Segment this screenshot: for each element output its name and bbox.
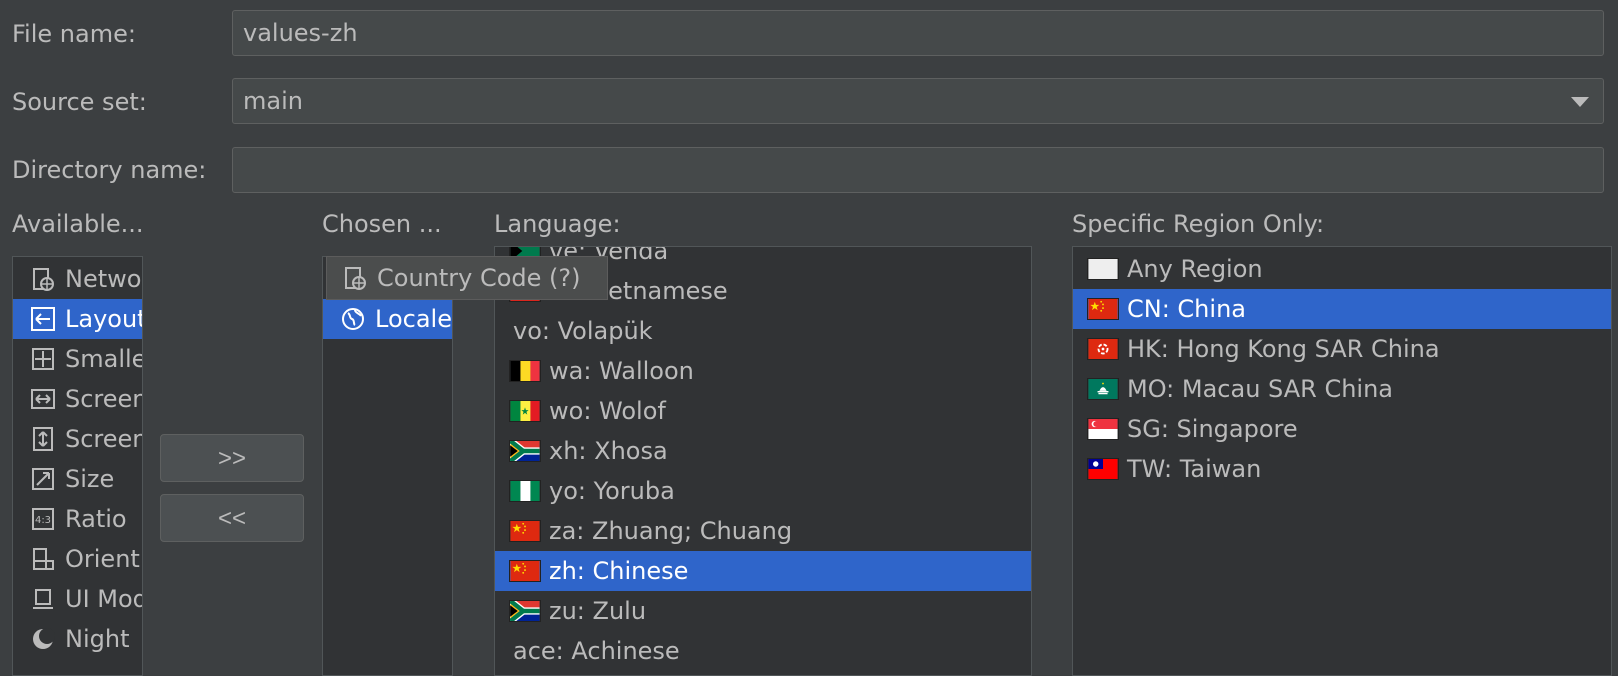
macau-flag-icon [1087,378,1119,400]
tooltip-text: Country Code (?) [377,264,581,292]
source-set-dropdown[interactable]: main [232,78,1604,124]
night-mode-icon [33,628,55,649]
ratio-icon: 4:3 [32,508,54,530]
china-flag-icon [509,520,541,542]
screen-height-icon [33,427,53,451]
smallest-screen-width-icon [32,348,54,370]
directory-name-input[interactable] [232,147,1604,193]
list-item[interactable]: Night [13,619,142,659]
list-item[interactable]: Size [13,459,142,499]
orientation-icon [33,548,54,570]
list-item[interactable]: wa: Walloon [495,351,1031,391]
list-item[interactable]: ace: Achinese [495,631,1031,671]
list-item[interactable]: Smalle [13,339,142,379]
senegal-flag-icon [509,400,541,422]
available-qualifiers-list[interactable]: Netwo Layout Smalle Screen Screen Size 4… [12,256,143,676]
south-africa-flag-icon [509,600,541,622]
ui-mode-icon [33,589,53,609]
list-item[interactable]: Orient [13,539,142,579]
file-name-label: File name: [12,20,136,48]
chosen-qualifiers-list[interactable]: Locale [322,256,453,676]
region-header: Specific Region Only: [1072,210,1325,238]
list-item[interactable]: Any Region [1073,249,1611,289]
list-item[interactable]: zu: Zulu [495,591,1031,631]
region-list[interactable]: Any Region CN: China HK: Hong Kong SAR C… [1072,246,1612,676]
list-item[interactable]: zh: Chinese [495,551,1031,591]
list-item[interactable]: xh: Xhosa [495,431,1031,471]
layout-direction-icon [31,307,55,331]
size-icon [32,468,54,490]
list-item[interactable]: za: Zhuang; Chuang [495,511,1031,551]
source-set-value: main [243,87,303,115]
list-item[interactable]: Netwo [13,259,142,299]
list-item[interactable]: CN: China [1073,289,1611,329]
svg-text:4:3: 4:3 [35,515,51,526]
add-qualifier-button[interactable]: >> [160,434,304,482]
screen-width-icon [31,389,55,409]
list-item[interactable]: Screen [13,419,142,459]
chevron-down-icon[interactable] [1571,97,1589,107]
file-name-value: values-zh [243,19,358,47]
available-header: Available... [12,210,144,238]
list-item[interactable]: TW: Taiwan [1073,449,1611,489]
south-africa-flag-icon [509,440,541,462]
singapore-flag-icon [1087,418,1119,440]
list-item[interactable]: yo: Yoruba [495,471,1031,511]
nigeria-flag-icon [509,480,541,502]
language-list[interactable]: ve: Venda vi: Vietnamese vo: Volapük wa:… [494,246,1032,676]
tooltip: Country Code (?) [326,256,608,300]
list-item[interactable]: Screen [13,379,142,419]
china-flag-icon [509,560,541,582]
file-name-input[interactable]: values-zh [232,10,1604,56]
list-item[interactable]: MO: Macau SAR China [1073,369,1611,409]
source-set-label: Source set: [12,88,147,116]
language-header: Language: [494,210,621,238]
list-item[interactable]: SG: Singapore [1073,409,1611,449]
list-item[interactable]: vo: Volapük [495,311,1031,351]
belgium-flag-icon [509,360,541,382]
blank-flag-icon [1087,258,1119,280]
network-code-icon [33,268,54,291]
network-code-icon [345,267,366,290]
list-item[interactable]: Locale [323,299,452,339]
list-item[interactable]: UI Mod [13,579,142,619]
list-item[interactable]: 4:3 Ratio [13,499,142,539]
list-item[interactable]: Layout [13,299,142,339]
china-flag-icon [1087,298,1119,320]
remove-qualifier-button[interactable]: << [160,494,304,542]
globe-icon [342,308,364,330]
chosen-header: Chosen ... [322,210,442,238]
list-item[interactable]: HK: Hong Kong SAR China [1073,329,1611,369]
list-item[interactable]: wo: Wolof [495,391,1031,431]
hong-kong-flag-icon [1087,338,1119,360]
directory-name-label: Directory name: [12,156,207,184]
taiwan-flag-icon [1087,458,1119,480]
